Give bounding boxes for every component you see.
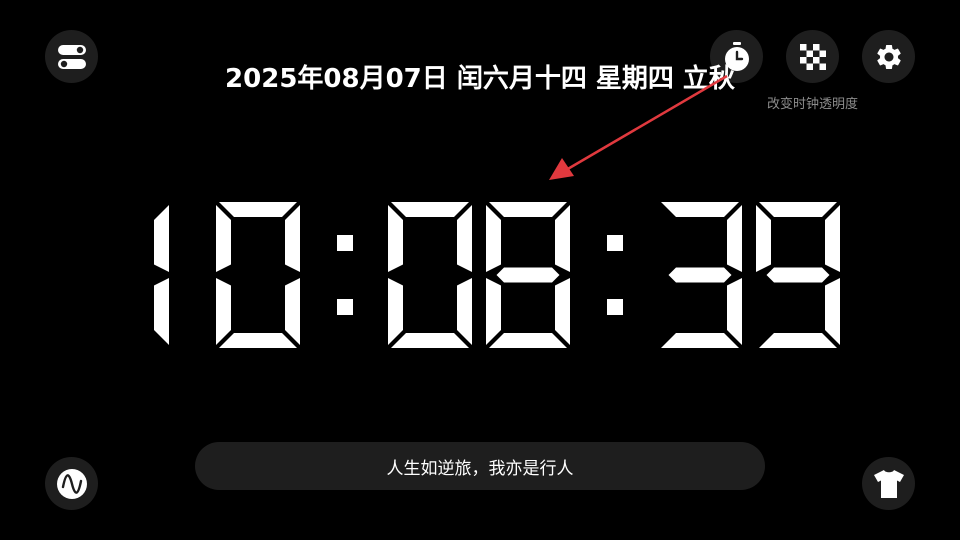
clock-segment-g xyxy=(766,267,830,283)
tshirt-icon xyxy=(873,469,904,498)
clock-segment-b xyxy=(154,205,169,272)
wave-icon xyxy=(56,468,87,499)
clock-segment-f xyxy=(388,205,403,272)
clock-segment-c xyxy=(285,278,300,345)
clock-colon-2 xyxy=(607,235,623,315)
clock-digit xyxy=(216,202,300,348)
clock-segment-b xyxy=(457,205,472,272)
clock-digit xyxy=(756,202,840,348)
clock-digit xyxy=(388,202,472,348)
clock-segment-e xyxy=(486,278,501,345)
clock-segment-b xyxy=(825,205,840,272)
clock-digit xyxy=(486,202,570,348)
clock-segment-g xyxy=(496,267,560,283)
clock-segment-f xyxy=(216,205,231,272)
clock-colon-1 xyxy=(337,235,353,315)
clock-segment-e xyxy=(388,278,403,345)
clock-digit xyxy=(154,205,169,345)
clock-segment-c xyxy=(154,278,169,345)
clock-segment-f xyxy=(486,205,501,272)
quote-bar[interactable]: 人生如逆旅，我亦是行人 xyxy=(195,442,765,490)
clock-segment-f xyxy=(756,205,771,272)
clock-segment-d xyxy=(219,333,297,348)
clock-segment-c xyxy=(825,278,840,345)
clock-segment-e xyxy=(216,278,231,345)
clock-segment-c xyxy=(457,278,472,345)
clock-segment-d xyxy=(391,333,469,348)
clock-segment-c xyxy=(727,278,742,345)
clock-segment-a xyxy=(219,202,297,217)
clock-segment-a xyxy=(759,202,837,217)
clock-segment-b xyxy=(555,205,570,272)
clock-segment-a xyxy=(391,202,469,217)
skin-button[interactable] xyxy=(862,457,915,510)
clock-segment-a xyxy=(489,202,567,217)
clock-segment-g xyxy=(668,267,732,283)
clock-segment-a xyxy=(661,202,739,217)
clock-segment-c xyxy=(555,278,570,345)
clock-segment-b xyxy=(285,205,300,272)
clock-segment-d xyxy=(489,333,567,348)
clock-digit xyxy=(661,202,742,348)
clock-segment-d xyxy=(759,333,837,348)
clock-segment-d xyxy=(661,333,739,348)
clock-segment-b xyxy=(727,205,742,272)
wave-button[interactable] xyxy=(45,457,98,510)
quote-text: 人生如逆旅，我亦是行人 xyxy=(386,458,574,479)
